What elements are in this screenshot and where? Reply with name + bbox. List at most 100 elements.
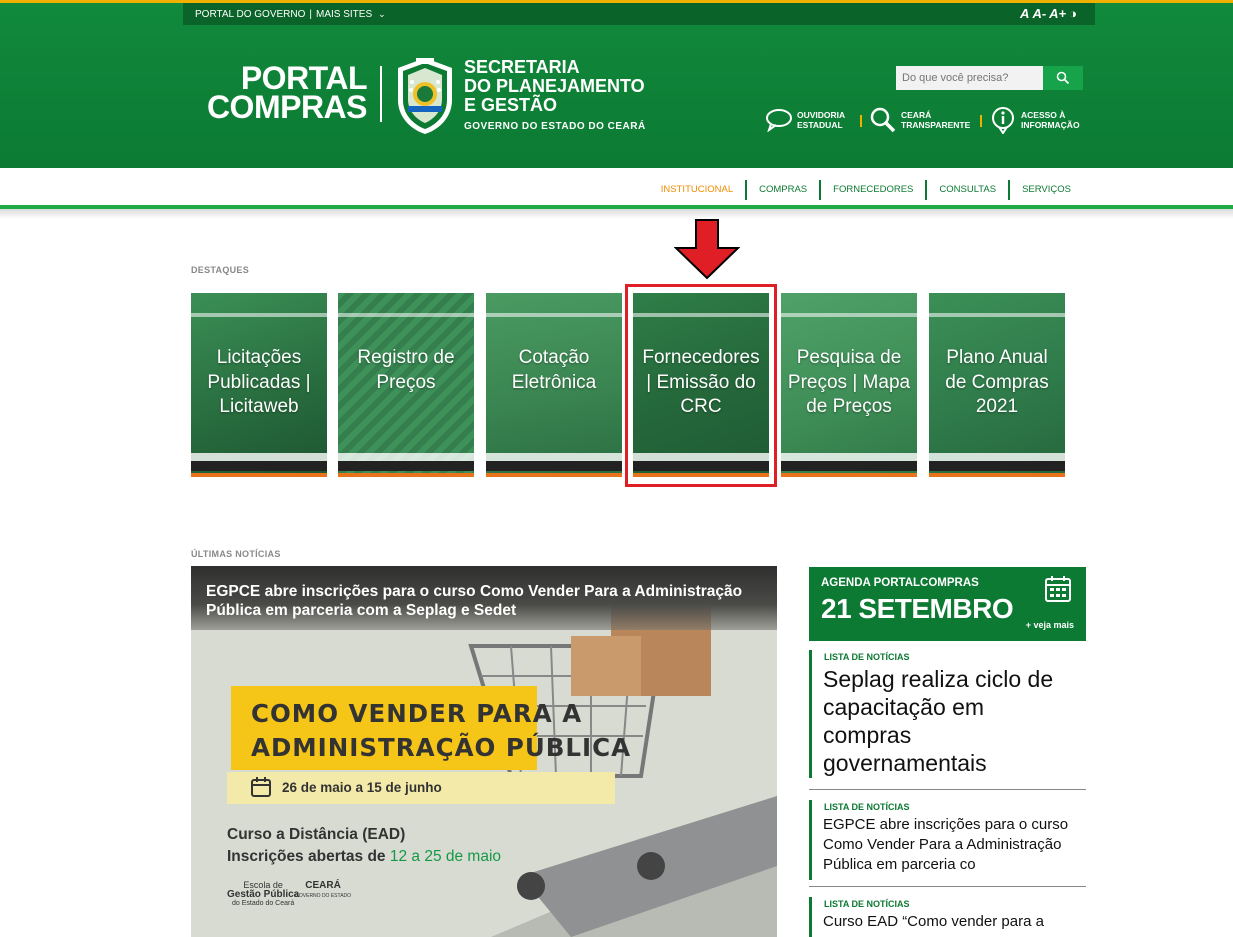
tile-stripe [486,453,622,461]
tile-stripe [781,453,917,461]
mais-sites-link[interactable]: MAIS SITES [316,9,372,20]
quick-link-separator [980,115,982,127]
side-news-item[interactable]: LISTA DE NOTÍCIAS Curso EAD “Como vender… [809,897,1086,937]
gov-bar-separator: | [309,8,312,20]
tile-stripe [338,461,474,471]
veja-mais-link[interactable]: + veja mais [1026,620,1074,630]
side-news-category: LISTA DE NOTÍCIAS [824,802,910,812]
side-news-title: EGPCE abre inscrições para o curso Como … [823,816,1069,873]
side-news-accent-bar [809,897,812,937]
side-news-divider [809,789,1086,790]
page: PORTAL DO GOVERNO | MAIS SITES ⌄ A A- A+… [0,0,1233,937]
portal-do-governo-link[interactable]: PORTAL DO GOVERNO [195,9,305,20]
tile-stripe [191,313,327,317]
featured-news[interactable]: EGPCE abre inscrições para o curso Como … [191,566,777,937]
tile-orange-bar [486,473,622,477]
side-news-category: LISTA DE NOTÍCIAS [824,652,910,662]
escola-gestao-publica-logo: Escola de Gestão Pública do Estado do Ce… [227,881,299,908]
tile-stripe [486,461,622,471]
course-line-2: Inscrições abertas de 12 a 25 de maio [227,846,501,868]
logo1-line-2: Gestão Pública [227,889,300,900]
agenda-box[interactable]: AGENDA PORTALCOMPRAS 21 SETEMBRO + veja … [809,567,1086,641]
nav-consultas[interactable]: CONSULTAS [927,179,1008,201]
tile-stripe [781,313,917,317]
secretaria-logo-text: SECRETARIA DO PLANEJAMENTO E GESTÃO [464,58,645,115]
side-news-title: Seplag realiza ciclo de capacitação em c… [823,666,1054,776]
side-news-item[interactable]: LISTA DE NOTÍCIAS EGPCE abre inscrições … [809,800,1086,887]
tile-plano-anual[interactable]: Plano Anual de Compras 2021 [929,293,1065,477]
side-news-item[interactable]: LISTA DE NOTÍCIAS Seplag realiza ciclo d… [809,650,1086,790]
ouvidoria-link[interactable]: OUVIDORIA ESTADUAL [765,106,845,134]
font-decrease-button[interactable]: A- [1032,6,1046,21]
tile-stripe [191,461,327,471]
side-news-category: LISTA DE NOTÍCIAS [824,899,910,909]
magnifier-icon [869,106,897,134]
main-nav: INSTITUCIONAL COMPRAS FORNECEDORES CONSU… [649,179,1083,201]
government-bar: PORTAL DO GOVERNO | MAIS SITES ⌄ A A- A+… [183,3,1095,25]
red-down-arrow-icon [674,219,740,280]
site-header: PORTAL DO GOVERNO | MAIS SITES ⌄ A A- A+… [0,0,1233,168]
secretaria-line-2: DO PLANEJAMENTO [464,76,645,96]
ouvidoria-line-2: ESTADUAL [797,120,843,130]
tile-stripe [338,313,474,317]
info-icon [989,106,1017,134]
font-controls: A A- A+ ◑ [1020,6,1077,21]
search-input[interactable] [896,66,1043,90]
chevron-down-icon[interactable]: ⌄ [378,9,386,20]
font-increase-button[interactable]: A+ [1049,6,1066,21]
secretaria-line-3: E GESTÃO [464,95,558,115]
agenda-date: 21 SETEMBRO [821,593,1014,624]
calendar-grid-icon [1045,576,1071,602]
tile-title: Registro de Preços [357,347,455,393]
quick-link-separator [860,115,862,127]
nav-servicos[interactable]: SERVIÇOS [1010,179,1083,201]
ouvidoria-line-1: OUVIDORIA [797,110,846,120]
side-news-divider [809,886,1086,887]
governo-estado-text: GOVERNO DO ESTADO DO CEARÁ [464,121,646,132]
agenda-label: AGENDA PORTALCOMPRAS [821,577,979,589]
contrast-toggle-icon[interactable]: ◑ [1069,6,1077,21]
logo1-line-3: do Estado do Ceará [231,900,295,907]
nav-fornecedores[interactable]: FORNECEDORES [821,179,925,201]
nav-shadow [0,209,1233,219]
banner-heading: COMO VENDER PARA A ADMINISTRAÇÃO PÚBLICA [251,697,631,765]
speech-bubble-icon [765,106,793,134]
tile-registro-precos[interactable]: Registro de Preços [338,293,474,477]
acesso-informacao-line-2: INFORMAÇÃO [1021,120,1080,130]
side-news-accent-bar [809,800,812,880]
logo2-sub: GOVERNO DO ESTADO [295,893,352,899]
tile-stripe [781,461,917,471]
nav-institucional[interactable]: INSTITUCIONAL [649,179,745,201]
logo-compras-text: COMPRAS [206,89,368,125]
tile-stripe [338,453,474,461]
acesso-informacao-link[interactable]: ACESSO À INFORMAÇÃO [989,106,1080,134]
tile-orange-bar [338,473,474,477]
highlight-box [625,284,777,487]
calendar-icon [251,777,271,797]
tile-cotacao-eletronica[interactable]: Cotação Eletrônica [486,293,622,477]
portal-compras-logo[interactable]: PORTAL COMPRAS [195,62,368,125]
tile-stripe [929,461,1065,471]
tile-licitacoes[interactable]: Licitações Publicadas | Licitaweb [191,293,327,477]
search-icon [1056,71,1070,85]
banner-dates: 26 de maio a 15 de junho [282,780,442,795]
tile-stripe [929,313,1065,317]
course-line-1: Curso a Distância (EAD) [227,826,406,843]
tile-pesquisa-precos[interactable]: Pesquisa de Preços | Mapa de Preços [781,293,917,477]
tile-stripe [929,453,1065,461]
ceara-coat-of-arms-icon [398,58,452,134]
banner-line-1: COMO VENDER PARA A [251,699,583,728]
search-button[interactable] [1043,66,1083,90]
featured-news-title: EGPCE abre inscrições para o curso Como … [206,583,743,619]
tile-stripe [191,453,327,461]
ceara-transparente-line-1: CEARÁ [901,110,932,120]
tile-title: Plano Anual de Compras 2021 [945,347,1049,417]
font-reset-button[interactable]: A [1020,6,1029,21]
ultimas-noticias-heading: ÚLTIMAS NOTÍCIAS [191,549,281,559]
course-dates: 12 a 25 de maio [389,848,502,865]
nav-compras[interactable]: COMPRAS [747,179,819,201]
side-news-accent-bar [809,650,812,778]
tile-stripe [486,313,622,317]
tile-orange-bar [929,473,1065,477]
ceara-transparente-link[interactable]: CEARÁ TRANSPARENTE [869,106,970,134]
